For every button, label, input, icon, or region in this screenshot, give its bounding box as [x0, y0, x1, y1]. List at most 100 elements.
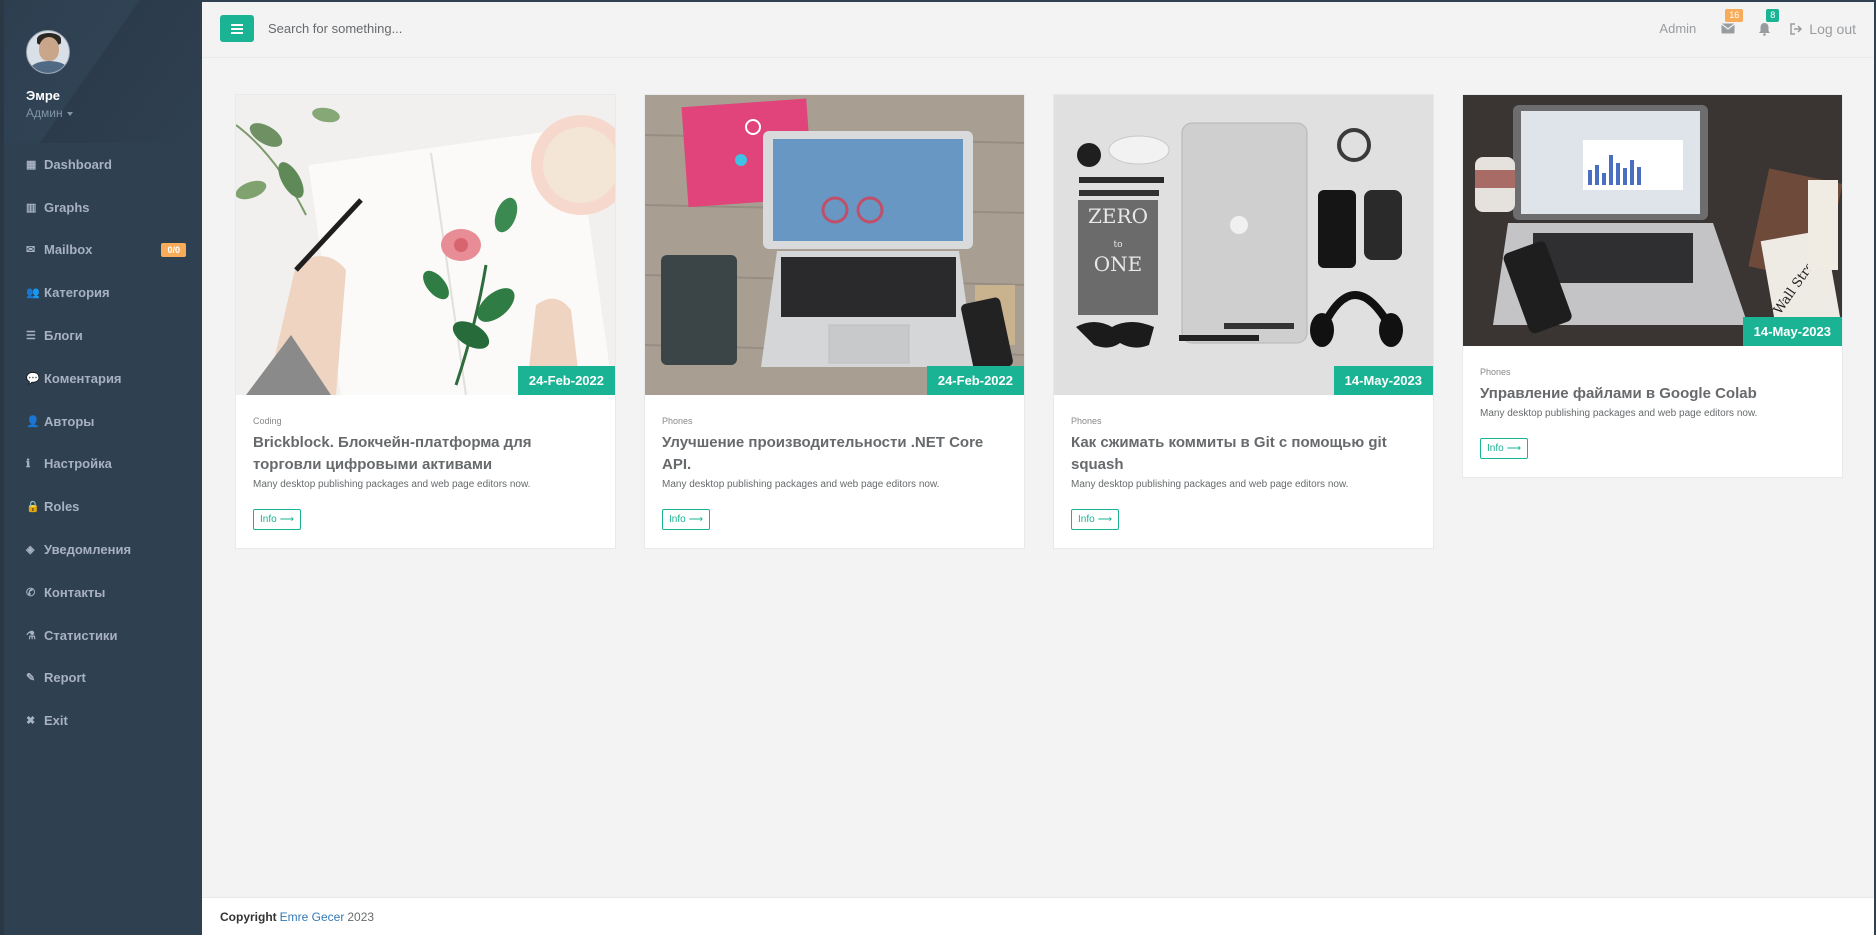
- notebook-flower-image: [236, 95, 615, 395]
- logout-link[interactable]: Log out: [1790, 21, 1856, 37]
- profile-role-dropdown[interactable]: Админ: [26, 106, 202, 120]
- sidebar-item-exit[interactable]: ✖ Exit: [4, 699, 202, 742]
- info-button[interactable]: Info ⟶: [1480, 438, 1529, 459]
- card-body: Coding Brickblock. Блокчейн-платформа дл…: [236, 395, 615, 548]
- date-badge: 14-May-2023: [1333, 366, 1433, 395]
- arrow-right-icon: ⟶: [1506, 443, 1522, 454]
- sidebar-item-категория[interactable]: 👥 Категория: [4, 271, 202, 314]
- sidebar-item-mailbox[interactable]: ✉ Mailbox 0/0: [4, 229, 202, 272]
- card-image-laptop-wood[interactable]: 24-Feb-2022: [645, 95, 1024, 395]
- info-button-label: Info: [1487, 443, 1504, 454]
- card-body: Phones Управление файлами в Google Colab…: [1463, 346, 1842, 477]
- date-badge: 24-Feb-2022: [517, 366, 615, 395]
- footer-author-link[interactable]: Emre Gecer: [280, 910, 345, 924]
- sidebar-item-dashboard[interactable]: ▦ Dashboard: [4, 143, 202, 186]
- sidebar-item-контакты[interactable]: ✆ Контакты: [4, 571, 202, 614]
- pencil-icon: ✎: [26, 672, 36, 685]
- sidebar-item-label: Коментария: [44, 370, 122, 386]
- user-icon: 👤: [26, 415, 40, 428]
- avatar[interactable]: [26, 30, 70, 74]
- mailbox-count-badge: 0/0: [161, 242, 186, 257]
- card-title[interactable]: Управление файлами в Google Colab: [1480, 383, 1825, 405]
- card-title[interactable]: Brickblock. Блокчейн-платформа для торго…: [253, 432, 598, 476]
- profile-name: Эмре: [26, 88, 61, 103]
- hamburger-icon: [231, 23, 243, 34]
- svg-text:ONE: ONE: [1094, 252, 1143, 276]
- envelope-icon: ✉: [26, 244, 36, 257]
- footer-year: 2023: [347, 909, 375, 924]
- alerts-button[interactable]: 8: [1746, 8, 1782, 41]
- sidebar-item-label: Категория: [44, 285, 110, 301]
- sidebar-item-label: Авторы: [44, 413, 95, 429]
- card-body: Phones Улучшение производительности .NET…: [645, 395, 1024, 548]
- logout-label: Log out: [1809, 20, 1856, 37]
- blog-card: Wall Street 14-May-2023 Phones Управлени…: [1462, 94, 1843, 478]
- users-icon: 👥: [26, 287, 40, 300]
- card-description: Many desktop publishing packages and web…: [1480, 408, 1758, 419]
- card-image-gadgets[interactable]: ZERO to ONE 14-May-2023: [1054, 95, 1433, 395]
- svg-text:to: to: [1113, 240, 1122, 250]
- envelope-icon: [1721, 23, 1736, 34]
- card-description: Many desktop publishing packages and web…: [253, 479, 531, 490]
- footer: Copyright Emre Gecer 2023: [202, 897, 1876, 935]
- sidebar-item-уведомления[interactable]: ◈ Уведомления: [4, 528, 202, 571]
- alerts-count-badge: 8: [1766, 8, 1780, 22]
- top-navbar: Admin 16 8 Log out: [202, 0, 1876, 58]
- profile-header: Эмре Админ: [4, 0, 202, 143]
- svg-text:ZERO: ZERO: [1088, 204, 1148, 228]
- sidebar-item-roles[interactable]: 🔒 Roles: [4, 485, 202, 528]
- sidebar-item-graphs[interactable]: ▥ Graphs: [4, 186, 202, 229]
- info-button[interactable]: Info ⟶: [662, 509, 711, 530]
- sidebar-item-report[interactable]: ✎ Report: [4, 657, 202, 700]
- sidebar-item-статистики[interactable]: ⚗ Статистики: [4, 614, 202, 657]
- top-user-name: Admin: [1659, 21, 1697, 36]
- close-icon: ✖: [26, 715, 36, 728]
- card-title[interactable]: Как сжимать коммиты в Git с помощью git …: [1071, 432, 1416, 476]
- blog-card-grid: 24-Feb-2022 Coding Brickblock. Блокчейн-…: [202, 58, 1876, 549]
- dashboard-icon: ▦: [26, 158, 37, 171]
- sidebar-item-label: Уведомления: [44, 542, 132, 558]
- blog-card: ZERO to ONE 14-May-2023 Phones Как сжима…: [1053, 94, 1434, 549]
- date-badge: 14-May-2023: [1742, 317, 1842, 346]
- info-button[interactable]: Info ⟶: [253, 509, 302, 530]
- card-image-notebook-flower[interactable]: 24-Feb-2022: [236, 95, 615, 395]
- list-icon: ☰: [26, 330, 36, 343]
- sidebar-nav: ▦ Dashboard ▥ Graphs ✉ Mailbox 0/0 👥 Категория ☰ Б…: [4, 143, 202, 742]
- gadgets-flatlay-image: ZERO to ONE: [1054, 95, 1433, 395]
- date-badge: 24-Feb-2022: [926, 366, 1024, 395]
- info-button[interactable]: Info ⟶: [1071, 509, 1120, 530]
- card-category: Phones: [662, 416, 693, 426]
- sidebar-item-label: Report: [44, 670, 86, 686]
- search-input[interactable]: [268, 13, 568, 44]
- info-icon: ℹ: [26, 458, 31, 471]
- sidebar-item-авторы[interactable]: 👤 Авторы: [4, 400, 202, 443]
- page-wrapper: Admin 16 8 Log out: [202, 0, 1876, 935]
- lock-icon: 🔒: [26, 501, 40, 514]
- window-frame-top: [202, 0, 1876, 2]
- menu-toggle-button[interactable]: [220, 15, 254, 42]
- sidebar-item-блоги[interactable]: ☰ Блоги: [4, 314, 202, 357]
- flask-icon: ⚗: [26, 629, 36, 642]
- sidebar-item-коментария[interactable]: 💬 Коментария: [4, 357, 202, 400]
- info-button-label: Info: [260, 514, 277, 525]
- card-title[interactable]: Улучшение производительности .NET Core A…: [662, 432, 1007, 476]
- card-category: Phones: [1071, 416, 1102, 426]
- sidebar: Эмре Админ ▦ Dashboard ▥ Graphs ✉ Mailbox 0/0 👥…: [0, 0, 202, 935]
- laptop-wood-desk-image: [645, 95, 1024, 395]
- sidebar-item-label: Dashboard: [44, 156, 112, 172]
- bell-icon: [1758, 22, 1770, 36]
- caret-down-icon: [66, 111, 73, 116]
- comment-icon: 💬: [26, 372, 40, 385]
- arrow-right-icon: ⟶: [688, 514, 704, 525]
- card-category: Phones: [1480, 367, 1511, 377]
- arrow-right-icon: ⟶: [1097, 514, 1113, 525]
- messages-button[interactable]: 16: [1710, 8, 1746, 41]
- laptop-dark-desk-image: Wall Street: [1463, 95, 1842, 346]
- sign-out-icon: [1790, 22, 1803, 35]
- blog-card: 24-Feb-2022 Coding Brickblock. Блокчейн-…: [235, 94, 616, 549]
- info-button-label: Info: [1078, 514, 1095, 525]
- info-button-label: Info: [669, 514, 686, 525]
- blog-card: 24-Feb-2022 Phones Улучшение производите…: [644, 94, 1025, 549]
- sidebar-item-настройка[interactable]: ℹ Настройка: [4, 443, 202, 486]
- card-image-laptop-dark[interactable]: Wall Street 14-May-2023: [1463, 95, 1842, 346]
